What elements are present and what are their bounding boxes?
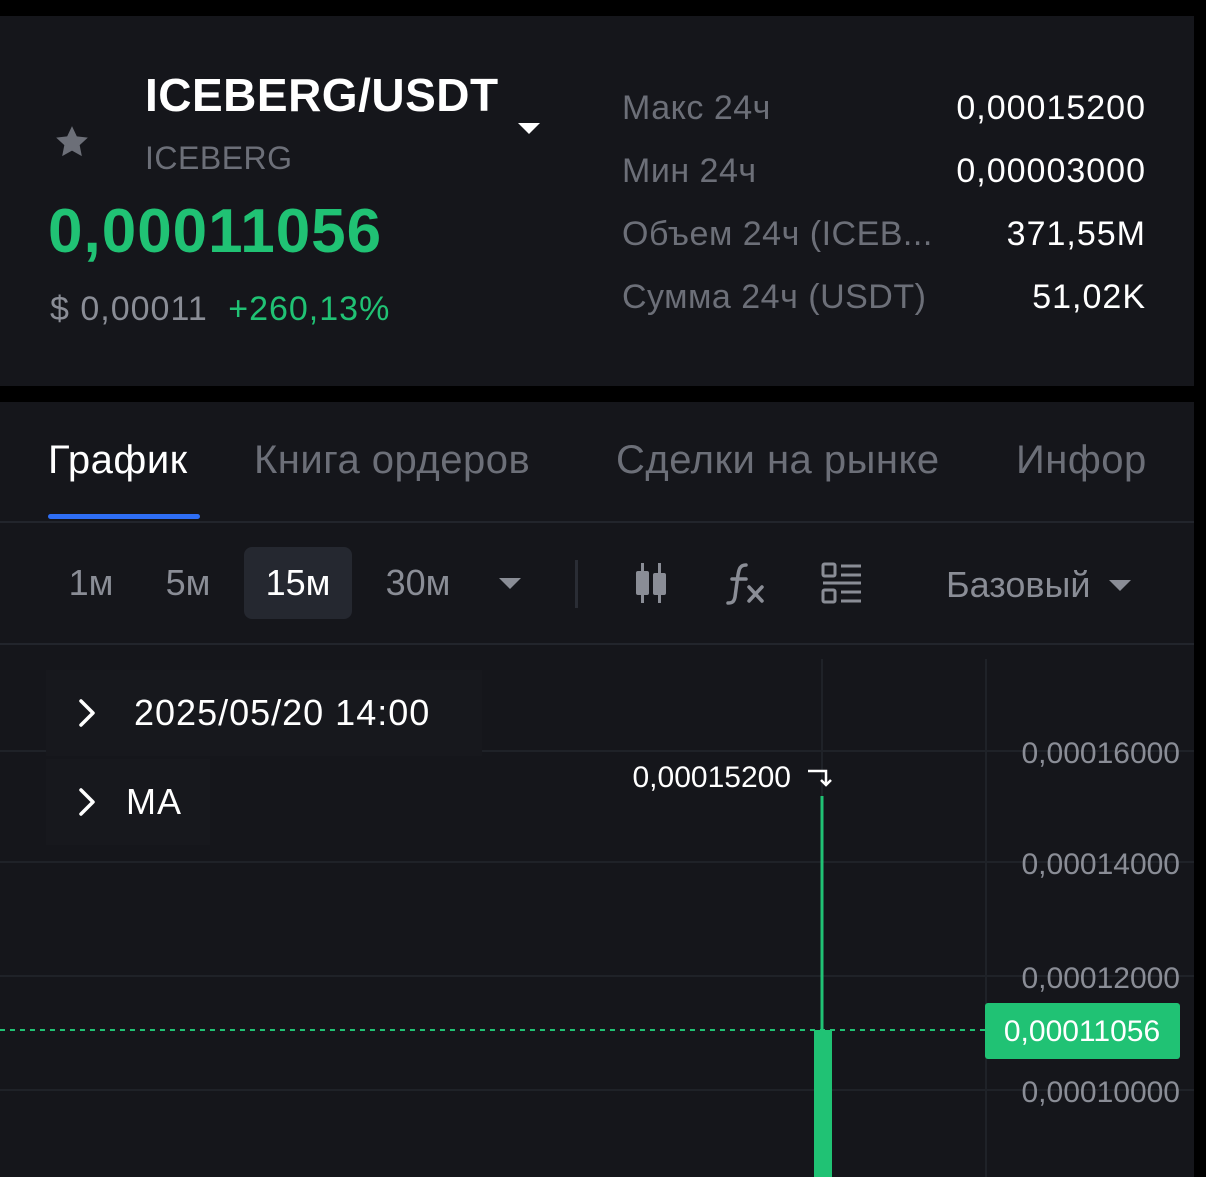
last-price-tag-label: 0,00011056 <box>1004 1015 1160 1048</box>
stat-value: 0,00003000 <box>956 151 1146 190</box>
tab-market-trades[interactable]: Сделки на рынке <box>616 438 940 483</box>
price-chart[interactable]: 0,00015200 0,00016000 0,00014000 0,00012… <box>0 645 1194 1177</box>
y-tick-label: 0,00010000 <box>1022 1076 1181 1109</box>
chart-style-label: Базовый <box>946 564 1091 605</box>
chart-toolbar: 1м 5м 15м 30м Базовый <box>0 523 1194 645</box>
chart-style-select[interactable]: Базовый <box>946 563 1132 607</box>
stat-value: 371,55M <box>1006 214 1146 253</box>
indicators-button[interactable] <box>720 557 772 609</box>
ticker-header: ICEBERG/USDT ICEBERG 0,00011056 $ 0,0001… <box>0 16 1194 386</box>
stat-label: Сумма 24ч (USDT) <box>622 277 927 316</box>
base-asset-label: ICEBERG <box>145 140 293 176</box>
y-tick-label: 0,00016000 <box>1022 737 1181 770</box>
stat-label: Макс 24ч <box>622 88 771 127</box>
candle-body <box>814 1030 832 1177</box>
y-tick-label: 0,00012000 <box>1022 962 1181 995</box>
stat-row-low: Мин 24ч 0,00003000 <box>622 151 1146 191</box>
indicator-fx-icon <box>726 563 764 605</box>
caret-down-icon <box>518 123 540 134</box>
layout-button[interactable] <box>816 557 868 609</box>
favorite-star-button[interactable] <box>50 120 94 164</box>
usd-price-line: $ 0,00011 +260,13% <box>50 290 390 329</box>
chart-panel: График Книга ордеров Сделки на рынке Инф… <box>0 402 1194 1177</box>
legend-ma-row[interactable]: MA <box>46 759 210 845</box>
stat-value: 0,00015200 <box>956 88 1146 127</box>
caret-down-icon <box>1109 580 1132 591</box>
caret-down-icon <box>499 578 521 589</box>
stat-label: Объем 24ч (ICEB... <box>622 214 933 253</box>
timeframe-30m[interactable]: 30м <box>370 547 466 619</box>
tab-order-book[interactable]: Книга ордеров <box>254 438 530 483</box>
chevron-right-icon <box>79 699 95 727</box>
chevron-right-icon <box>79 788 95 816</box>
high-marker-icon <box>808 769 832 787</box>
tab-info[interactable]: Инфор <box>1016 438 1148 483</box>
usd-price: 0,00011 <box>80 290 208 328</box>
active-tab-indicator <box>48 514 200 519</box>
stat-row-high: Макс 24ч 0,00015200 <box>622 88 1146 128</box>
tab-bar: График Книга ордеров Сделки на рынке Инф… <box>0 402 1194 523</box>
stat-row-turnover: Сумма 24ч (USDT) 51,02K <box>622 277 1146 317</box>
legend-datetime: 2025/05/20 14:00 <box>134 692 431 733</box>
timeframe-15m[interactable]: 15м <box>244 547 352 619</box>
timeframe-1m[interactable]: 1м <box>54 547 128 619</box>
pair-dropdown-button[interactable] <box>514 116 544 140</box>
candlestick-button[interactable] <box>625 557 677 609</box>
star-icon <box>56 126 88 157</box>
legend-datetime-row[interactable]: 2025/05/20 14:00 <box>46 670 482 756</box>
layout-list-icon <box>821 562 861 604</box>
y-tick-label: 0,00014000 <box>1022 848 1181 881</box>
stat-row-volume: Объем 24ч (ICEB... 371,55M <box>622 214 1146 254</box>
pair-title[interactable]: ICEBERG/USDT <box>145 68 499 122</box>
app-root: ICEBERG/USDT ICEBERG 0,00011056 $ 0,0001… <box>0 0 1206 1177</box>
timeframe-5m[interactable]: 5м <box>150 547 226 619</box>
toolbar-divider <box>575 560 578 608</box>
timeframe-more-button[interactable] <box>484 557 536 609</box>
stat-label: Мин 24ч <box>622 151 757 190</box>
last-price: 0,00011056 <box>48 197 383 266</box>
legend-ma: MA <box>126 781 182 822</box>
stat-value: 51,02K <box>1032 277 1146 316</box>
price-change-percent: +260,13% <box>228 290 391 328</box>
candlestick-icon <box>636 563 666 603</box>
high-price-label: 0,00015200 <box>633 761 792 794</box>
usd-symbol: $ <box>50 290 70 328</box>
tab-chart[interactable]: График <box>48 438 188 483</box>
